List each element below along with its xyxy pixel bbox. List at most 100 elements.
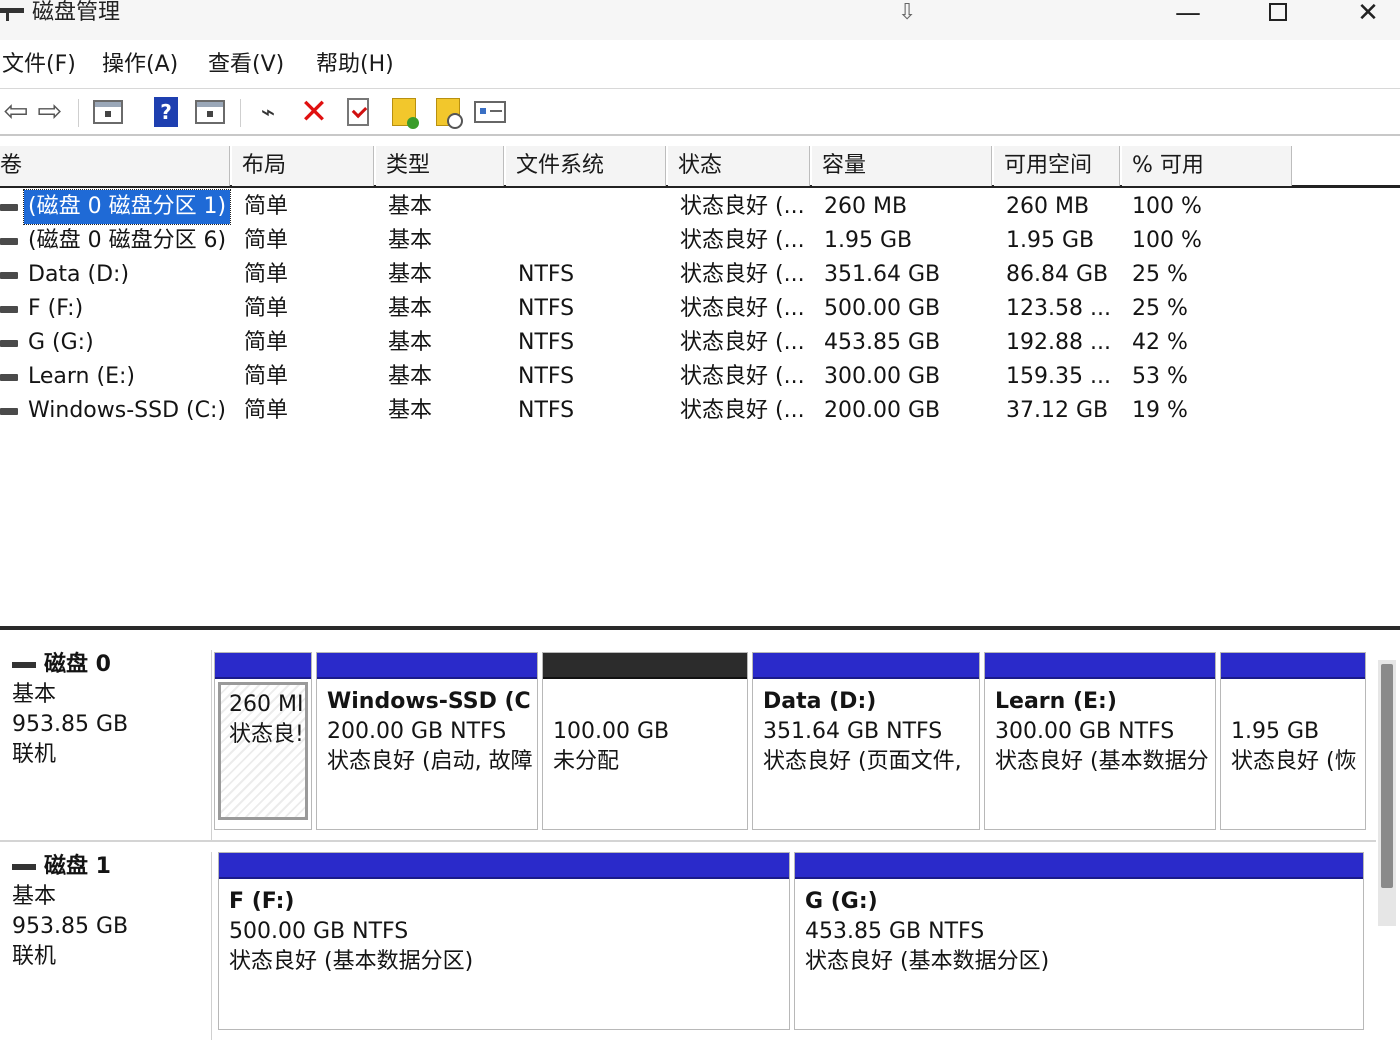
table-row[interactable]: Learn (E:) 简单 基本 NTFS 状态良好 (... 300.00 G… xyxy=(0,360,1400,394)
volume-icon xyxy=(0,272,18,279)
volume-name: F (F:) xyxy=(28,296,84,321)
capacity-cell: 300.00 GB xyxy=(824,364,941,389)
free-space-cell: 37.12 GB xyxy=(1006,398,1109,423)
menu-view[interactable]: 查看(V) xyxy=(208,52,284,78)
percent-free-cell: 100 % xyxy=(1132,228,1202,253)
graphical-disk-view: 磁盘 0 基本 953.85 GB 联机 260 MI 状态良! Windows… xyxy=(0,630,1400,1040)
type-cell: 基本 xyxy=(388,330,433,355)
type-cell: 基本 xyxy=(388,364,433,389)
partition-bar xyxy=(795,853,1363,879)
column-capacity[interactable]: 容量 xyxy=(812,146,992,186)
type-cell: 基本 xyxy=(388,296,433,321)
folder-add-icon[interactable] xyxy=(388,97,420,129)
partition-system[interactable]: 260 MI 状态良! xyxy=(214,652,312,830)
volume-name: G (G:) xyxy=(28,330,94,355)
filesystem-cell: NTFS xyxy=(518,398,575,423)
delete-icon[interactable]: ✕ xyxy=(298,95,330,129)
partition-f[interactable]: F (F:) 500.00 GB NTFS 状态良好 (基本数据分区) xyxy=(218,852,790,1030)
filesystem-cell: NTFS xyxy=(518,364,575,389)
vertical-scrollbar[interactable] xyxy=(1378,660,1396,926)
connect-icon[interactable]: ⌁ xyxy=(252,97,284,127)
menu-help[interactable]: 帮助(H) xyxy=(316,52,394,78)
table-row[interactable]: Data (D:) 简单 基本 NTFS 状态良好 (... 351.64 GB… xyxy=(0,258,1400,292)
partition-name: Data (D:) xyxy=(763,689,877,714)
table-row[interactable]: (磁盘 0 磁盘分区 6) 简单 基本 状态良好 (... 1.95 GB 1.… xyxy=(0,224,1400,258)
console-tree-icon[interactable] xyxy=(92,97,124,127)
partition-bar xyxy=(753,653,979,679)
partition-bar xyxy=(543,653,747,679)
partition-recovery[interactable]: 1.95 GB 状态良好 (恢 xyxy=(1220,652,1366,830)
column-filesystem[interactable]: 文件系统 xyxy=(506,146,666,186)
partition-unallocated[interactable]: 100.00 GB 未分配 xyxy=(542,652,748,830)
partition-name: F (F:) xyxy=(229,889,295,914)
partition-status: 状态良好 (启动, 故障 xyxy=(327,749,533,774)
close-button[interactable]: ✕ xyxy=(1338,0,1398,36)
column-type[interactable]: 类型 xyxy=(376,146,504,186)
volume-icon xyxy=(0,306,18,313)
percent-free-cell: 25 % xyxy=(1132,296,1188,321)
back-icon[interactable]: ⇦ xyxy=(0,97,32,127)
disk-size: 953.85 GB xyxy=(12,914,129,939)
filesystem-cell: NTFS xyxy=(518,296,575,321)
status-cell: 状态良好 (... xyxy=(680,228,805,253)
partition-status: 状态良好 (页面文件, xyxy=(763,749,962,774)
folder-search-icon[interactable] xyxy=(432,97,464,129)
capacity-cell: 500.00 GB xyxy=(824,296,941,321)
disk-state: 联机 xyxy=(12,742,57,767)
table-row[interactable]: (磁盘 0 磁盘分区 1) 简单 基本 状态良好 (... 260 MB 260… xyxy=(0,189,1400,225)
disk-1-label[interactable]: 磁盘 1 基本 953.85 GB 联机 xyxy=(0,852,212,1040)
status-cell: 状态良好 (... xyxy=(680,194,805,219)
maximize-button[interactable] xyxy=(1248,0,1308,36)
disk-0-label[interactable]: 磁盘 0 基本 953.85 GB 联机 xyxy=(0,650,212,840)
type-cell: 基本 xyxy=(388,398,433,423)
partition-status: 状态良好 (基本数据分区) xyxy=(805,949,1050,974)
partition-g[interactable]: G (G:) 453.85 GB NTFS 状态良好 (基本数据分区) xyxy=(794,852,1364,1030)
column-free-space[interactable]: 可用空间 xyxy=(994,146,1120,186)
toolbar-separator xyxy=(78,99,79,127)
scrollbar-thumb[interactable] xyxy=(1381,664,1393,888)
status-cell: 状态良好 (... xyxy=(680,398,805,423)
menu-bar: 文件(F) 操作(A) 查看(V) 帮助(H) xyxy=(0,44,1400,86)
help-icon[interactable]: ? xyxy=(150,97,182,127)
volume-icon xyxy=(0,238,18,245)
details-icon[interactable] xyxy=(194,97,226,127)
status-cell: 状态良好 (... xyxy=(680,330,805,355)
volume-list: 卷 布局 类型 文件系统 状态 容量 可用空间 % 可用 (磁盘 0 磁盘分区 … xyxy=(0,146,1400,624)
column-volume[interactable]: 卷 xyxy=(0,146,230,186)
capacity-cell: 260 MB xyxy=(824,194,908,219)
table-row[interactable]: Windows-SSD (C:) 简单 基本 NTFS 状态良好 (... 20… xyxy=(0,394,1400,428)
capacity-cell: 453.85 GB xyxy=(824,330,941,355)
partition-status: 状态良! xyxy=(229,722,304,747)
download-arrow-icon: ⇩ xyxy=(898,0,917,25)
table-row[interactable]: F (F:) 简单 基本 NTFS 状态良好 (... 500.00 GB 12… xyxy=(0,292,1400,326)
layout-cell: 简单 xyxy=(244,364,289,389)
percent-free-cell: 100 % xyxy=(1132,194,1202,219)
check-icon[interactable] xyxy=(342,97,374,127)
partition-learn[interactable]: Learn (E:) 300.00 GB NTFS 状态良好 (基本数据分 xyxy=(984,652,1216,830)
partition-data[interactable]: Data (D:) 351.64 GB NTFS 状态良好 (页面文件, xyxy=(752,652,980,830)
layout-cell: 简单 xyxy=(244,194,289,219)
column-layout[interactable]: 布局 xyxy=(232,146,374,186)
column-percent-free[interactable]: % 可用 xyxy=(1122,146,1292,186)
menu-action[interactable]: 操作(A) xyxy=(102,52,178,78)
partition-bar xyxy=(215,653,311,679)
volume-icon xyxy=(0,408,18,415)
layout-cell: 简单 xyxy=(244,296,289,321)
percent-free-cell: 53 % xyxy=(1132,364,1188,389)
forward-icon[interactable]: ⇨ xyxy=(34,97,66,127)
free-space-cell: 86.84 GB xyxy=(1006,262,1109,287)
properties-icon[interactable] xyxy=(474,97,506,127)
partition-size: 500.00 GB NTFS xyxy=(229,919,409,944)
partition-size: 300.00 GB NTFS xyxy=(995,719,1175,744)
column-status[interactable]: 状态 xyxy=(668,146,810,186)
layout-cell: 简单 xyxy=(244,228,289,253)
partition-size: 100.00 GB xyxy=(553,719,670,744)
minimize-button[interactable]: — xyxy=(1158,0,1218,36)
type-cell: 基本 xyxy=(388,262,433,287)
volume-icon xyxy=(0,340,18,347)
free-space-cell: 260 MB xyxy=(1006,194,1090,219)
partition-windows-ssd[interactable]: Windows-SSD (C 200.00 GB NTFS 状态良好 (启动, … xyxy=(316,652,538,830)
layout-cell: 简单 xyxy=(244,262,289,287)
table-row[interactable]: G (G:) 简单 基本 NTFS 状态良好 (... 453.85 GB 19… xyxy=(0,326,1400,360)
menu-file[interactable]: 文件(F) xyxy=(2,52,76,78)
